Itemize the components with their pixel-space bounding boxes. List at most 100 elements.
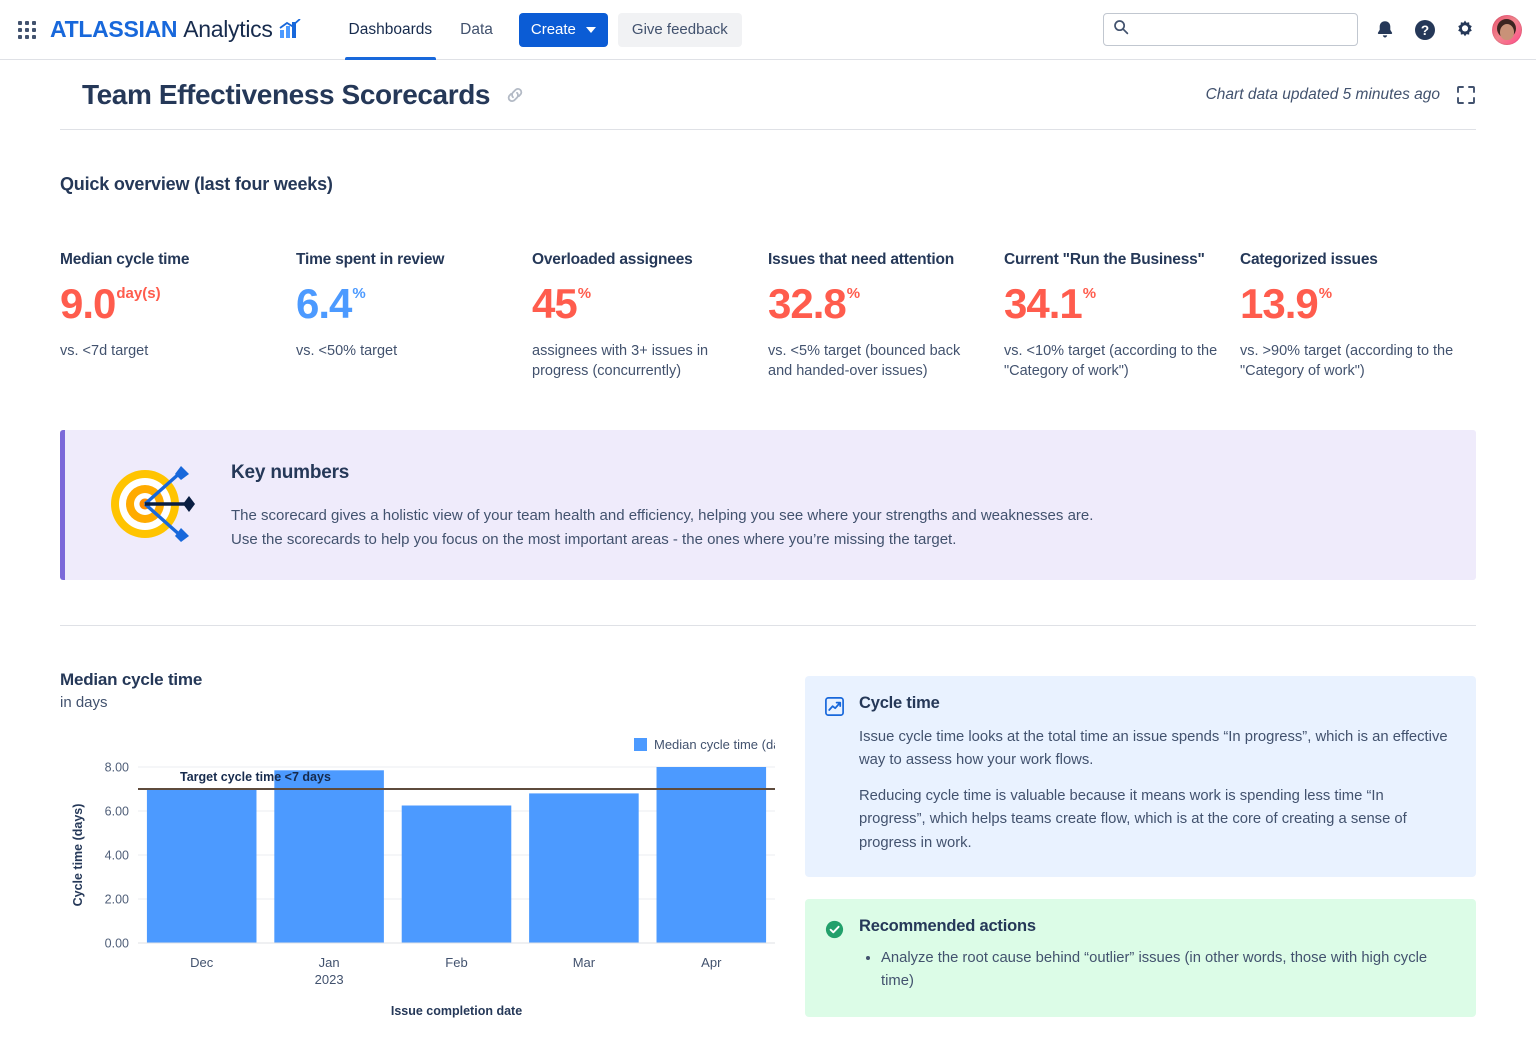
kpi-overloaded-assignees: Overloaded assignees 45 % assignees with…: [532, 251, 768, 382]
key-numbers-line-1: The scorecard gives a holistic view of y…: [231, 506, 1094, 524]
kpi-unit: %: [577, 285, 592, 302]
kpi-unit: %: [352, 285, 366, 302]
page-header-actions: Chart data updated 5 minutes ago: [1206, 85, 1476, 105]
nav-tab-data-label: Data: [460, 20, 493, 38]
key-numbers-line-2: Use the scorecards to help you focus on …: [231, 530, 957, 548]
key-numbers-title: Key numbers: [231, 461, 350, 483]
kpi-metrics-row: Median cycle time 9.0 day(s) vs. <7d tar…: [60, 251, 1476, 382]
nav-tab-dashboards-label: Dashboards: [348, 20, 433, 38]
kpi-run-the-business: Current "Run the Business" 34.1 % vs. <1…: [1004, 251, 1240, 382]
x-axis-tick-label: Jan: [319, 955, 340, 970]
kpi-subtext: vs. <7d target: [60, 343, 149, 359]
median-cycle-time-bar-chart[interactable]: Median cycle time (days) 0.00 2.00 4.00 6.00…: [60, 727, 798, 1037]
kpi-subtext: vs. <10% target (according to the "Categ…: [1004, 343, 1218, 380]
y-axis-title: Cycle time (days): [71, 804, 85, 907]
svg-text:?: ?: [1421, 23, 1429, 38]
bell-icon[interactable]: [1372, 17, 1398, 43]
kpi-issues-need-attention: Issues that need attention 32.8 % vs. <5…: [768, 251, 1004, 382]
median-cycle-time-chart-panel: Median cycle time in days Median cycle t…: [60, 670, 798, 1037]
cycle-time-paragraph-1: Issue cycle time looks at the total time…: [859, 729, 1448, 769]
x-axis-tick-label: Apr: [701, 955, 722, 970]
kpi-label: Time spent in review: [296, 251, 445, 268]
chart-subtitle: in days: [60, 694, 108, 712]
legend-swatch: [634, 738, 647, 752]
kpi-unit: %: [1082, 285, 1097, 302]
y-axis-tick-label: 2.00: [105, 893, 129, 907]
kpi-label: Median cycle time: [60, 251, 190, 268]
kpi-number: 13.9: [1240, 280, 1319, 327]
chart-canvas: Median cycle time (days) 0.00 2.00 4.00 6.00…: [60, 727, 798, 1037]
x-axis-tick-label: Dec: [190, 955, 214, 970]
section-divider: [60, 625, 1476, 627]
brand-name-atlassian: ATLASSIAN: [50, 16, 178, 42]
user-avatar[interactable]: [1492, 14, 1522, 45]
question-circle-icon[interactable]: ?: [1412, 17, 1438, 43]
kpi-subtext: assignees with 3+ issues in progress (co…: [532, 343, 709, 380]
nav-tab-dashboards[interactable]: Dashboards: [335, 0, 447, 60]
kpi-value: 13.9 %: [1240, 283, 1458, 325]
kpi-value: 32.8 %: [768, 283, 986, 325]
kpi-value: 9.0 day(s): [60, 283, 278, 325]
check-circle-icon: [823, 917, 845, 993]
line-chart-trend-icon: [823, 694, 845, 854]
brand-name-analytics: Analytics: [183, 16, 273, 42]
y-axis-tick-label: 4.00: [105, 849, 129, 863]
kpi-value: 45 %: [532, 283, 750, 325]
y-axis-tick-label: 8.00: [105, 761, 129, 775]
kpi-number: 6.4: [296, 280, 352, 327]
kpi-median-cycle-time: Median cycle time 9.0 day(s) vs. <7d tar…: [60, 251, 296, 382]
chart-updated-status: Chart data updated 5 minutes ago: [1205, 86, 1440, 103]
create-button[interactable]: Create: [518, 12, 608, 47]
page-header: Team Effectiveness Scorecards Chart data…: [0, 60, 1536, 130]
link-chain-icon[interactable]: [504, 84, 526, 106]
brand-logo[interactable]: ATLASSIAN Analytics: [50, 16, 301, 43]
header-divider: [60, 129, 1476, 130]
fullscreen-expand-icon[interactable]: [1456, 85, 1476, 105]
recommended-actions-body: Recommended actions Analyze the root cau…: [859, 917, 1454, 993]
nav-tab-data[interactable]: Data: [446, 0, 507, 60]
search-input[interactable]: [1136, 21, 1348, 38]
cycle-time-section: Median cycle time in days Median cycle t…: [60, 670, 1476, 1037]
search-icon: [1113, 19, 1129, 40]
top-navigation-bar: ATLASSIAN Analytics Dashboards Data Crea…: [0, 0, 1536, 60]
kpi-subtext: vs. <50% target: [296, 343, 398, 359]
bar: [529, 793, 639, 944]
kpi-unit: %: [846, 285, 861, 302]
cycle-time-info-body: Cycle time Issue cycle time looks at the…: [859, 694, 1454, 854]
cycle-time-info-column: Cycle time Issue cycle time looks at the…: [805, 670, 1476, 1037]
bar: [656, 767, 767, 944]
key-numbers-body: Key numbers The scorecard gives a holist…: [231, 456, 1093, 553]
x-axis-tick-label: Feb: [445, 955, 467, 970]
kpi-value: 34.1 %: [1004, 283, 1222, 325]
kpi-label: Overloaded assignees: [532, 251, 693, 268]
chevron-down-icon: [585, 26, 596, 33]
kpi-label: Categorized issues: [1240, 251, 1378, 268]
kpi-unit: %: [1318, 285, 1333, 302]
kpi-number: 45: [532, 280, 578, 327]
kpi-subtext: vs. <5% target (bounced back and handed-…: [768, 343, 961, 380]
target-bullseye-arrow-icon: [101, 456, 197, 553]
kpi-time-spent-in-review: Time spent in review 6.4 % vs. <50% targ…: [296, 251, 532, 382]
gear-icon[interactable]: [1452, 17, 1478, 43]
give-feedback-button[interactable]: Give feedback: [617, 12, 742, 47]
list-item: Analyze the root cause behind “outlier” …: [881, 947, 1454, 993]
page-title: Team Effectiveness Scorecards: [82, 79, 491, 110]
x-axis-title: Issue completion date: [391, 1004, 522, 1018]
primary-nav-tabs: Dashboards Data: [335, 0, 507, 60]
bar: [146, 789, 257, 944]
bar: [401, 805, 512, 944]
main-content: Quick overview (last four weeks) Median …: [0, 174, 1536, 1037]
search-box[interactable]: [1103, 13, 1358, 46]
kpi-number: 9.0: [60, 280, 116, 327]
grid-apps-icon[interactable]: [10, 13, 44, 47]
kpi-value: 6.4 %: [296, 283, 514, 325]
quick-overview-title: Quick overview (last four weeks): [60, 174, 333, 194]
chart-title: Median cycle time: [60, 670, 203, 690]
bar-chart-icon: [279, 18, 301, 39]
kpi-subtext: vs. >90% target (according to the "Categ…: [1240, 343, 1454, 380]
kpi-number: 32.8: [768, 280, 847, 327]
y-axis-tick-label: 6.00: [105, 805, 129, 819]
kpi-label: Current "Run the Business": [1004, 251, 1205, 268]
x-axis-tick-label-secondary: 2023: [315, 972, 344, 987]
kpi-label: Issues that need attention: [768, 251, 954, 268]
